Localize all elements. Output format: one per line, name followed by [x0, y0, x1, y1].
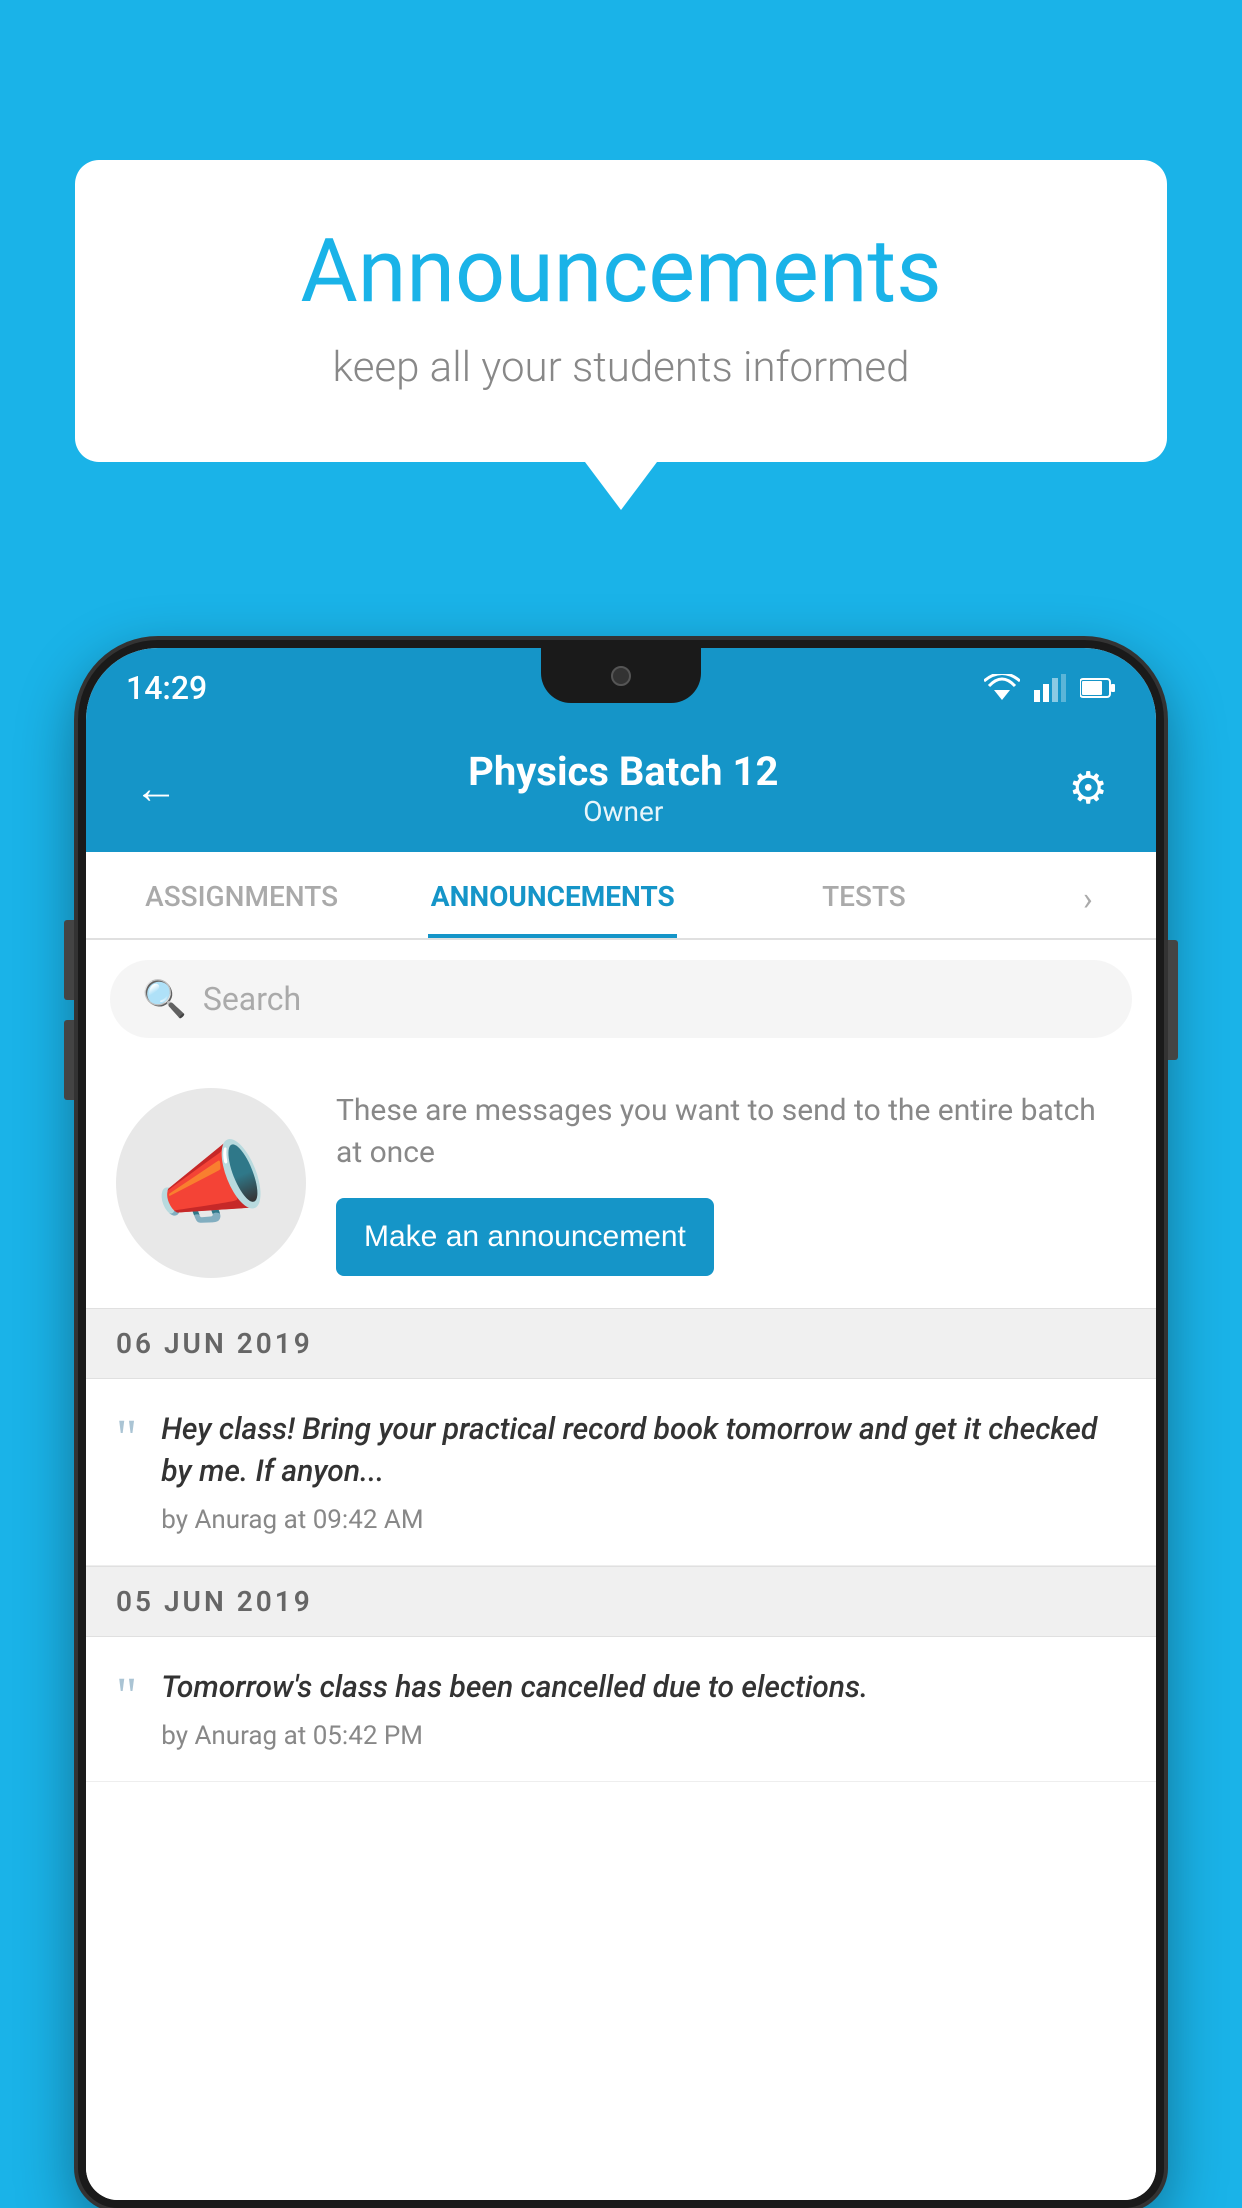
settings-button[interactable]: ⚙: [1061, 754, 1116, 822]
speech-bubble-container: Announcements keep all your students inf…: [75, 160, 1167, 462]
notch: [541, 648, 701, 703]
status-bar: 14:29: [86, 648, 1156, 728]
signal-icon: [1034, 674, 1066, 702]
announcement-item-1: " Hey class! Bring your practical record…: [86, 1379, 1156, 1566]
wifi-icon: [984, 674, 1020, 702]
search-bar[interactable]: 🔍 Search: [110, 960, 1132, 1038]
header-title-group: Physics Batch 12 Owner: [186, 748, 1061, 828]
camera: [611, 666, 631, 686]
content-area: 🔍 Search 📣 These are messages you want t…: [86, 940, 1156, 2200]
announcement-prompt: 📣 These are messages you want to send to…: [86, 1058, 1156, 1308]
speech-bubble-subtitle: keep all your students informed: [155, 343, 1087, 392]
megaphone-circle: 📣: [116, 1088, 306, 1278]
announcement-text-1: Hey class! Bring your practical record b…: [161, 1409, 1126, 1493]
batch-name: Physics Batch 12: [186, 748, 1061, 795]
announcement-right: These are messages you want to send to t…: [336, 1090, 1126, 1276]
search-container: 🔍 Search: [86, 940, 1156, 1058]
search-placeholder: Search: [203, 980, 301, 1018]
announcement-item-2: " Tomorrow's class has been cancelled du…: [86, 1637, 1156, 1782]
announcement-text-2: Tomorrow's class has been cancelled due …: [161, 1667, 1126, 1709]
tab-announcements[interactable]: ANNOUNCEMENTS: [397, 852, 708, 938]
volume-down-button: [64, 1020, 74, 1100]
status-icons: [984, 674, 1116, 702]
tab-more[interactable]: ›: [1020, 852, 1156, 938]
date-separator-2: 05 JUN 2019: [86, 1566, 1156, 1637]
phone-frame: 14:29: [78, 640, 1164, 2208]
search-icon: 🔍: [142, 978, 187, 1020]
announcement-by-1: by Anurag at 09:42 AM: [161, 1505, 1126, 1535]
status-time: 14:29: [126, 669, 207, 707]
speech-bubble-title: Announcements: [155, 220, 1087, 323]
quote-icon-1: ": [116, 1413, 137, 1465]
app-header: ← Physics Batch 12 Owner ⚙: [86, 728, 1156, 852]
battery-icon: [1080, 677, 1116, 699]
announcement-by-2: by Anurag at 05:42 PM: [161, 1721, 1126, 1751]
tab-assignments[interactable]: ASSIGNMENTS: [86, 852, 397, 938]
speech-bubble: Announcements keep all your students inf…: [75, 160, 1167, 462]
phone-screen: 14:29: [86, 648, 1156, 2200]
tab-tests[interactable]: TESTS: [708, 852, 1019, 938]
volume-up-button: [64, 920, 74, 1000]
make-announcement-button[interactable]: Make an announcement: [336, 1198, 714, 1276]
announcement-description: These are messages you want to send to t…: [336, 1090, 1126, 1174]
quote-icon-2: ": [116, 1671, 137, 1723]
date-separator-1: 06 JUN 2019: [86, 1308, 1156, 1379]
header-role: Owner: [186, 795, 1061, 828]
back-button[interactable]: ←: [126, 754, 186, 822]
tabs-bar: ASSIGNMENTS ANNOUNCEMENTS TESTS ›: [86, 852, 1156, 940]
megaphone-icon: 📣: [155, 1131, 267, 1236]
announcement-content-2: Tomorrow's class has been cancelled due …: [161, 1667, 1126, 1751]
announcement-content-1: Hey class! Bring your practical record b…: [161, 1409, 1126, 1535]
power-button: [1168, 940, 1178, 1060]
